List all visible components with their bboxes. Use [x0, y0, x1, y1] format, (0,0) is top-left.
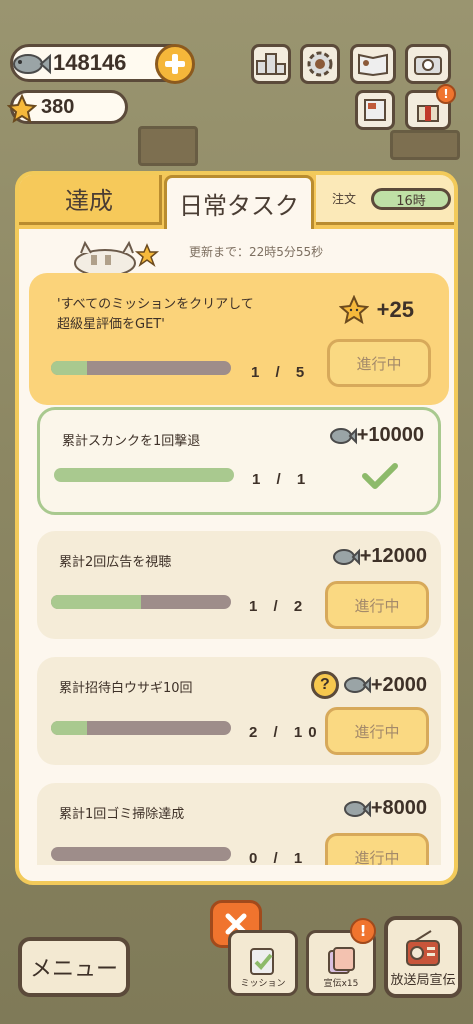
mission-button[interactable]: ミッション [228, 930, 298, 996]
mission-label: ミッション [240, 979, 286, 989]
task-title: 累計2回広告を視聴 [59, 555, 172, 570]
progress-fill [51, 595, 141, 609]
task-card-watch-ads: 累計2回広告を視聴 +12000 1 / 2 進行中 [37, 531, 441, 639]
task-progress-bar [51, 361, 231, 375]
mission-panel: 達成 日常タスク 注文 16時 更新まで：22時5分55秒 'すべてのミッション… [15, 171, 458, 885]
star-count: 380 [41, 95, 75, 118]
task-progress-bar [51, 595, 231, 609]
fish-count: 148146 [53, 50, 127, 75]
task-list[interactable]: 更新まで：22時5分55秒 'すべてのミッションをクリアして 超級星評価をGET… [19, 229, 454, 865]
task-card-invite-rabbit: 累計招待白ウサギ10回 ? +2000 2 / 10 進行中 [37, 657, 441, 765]
task-reward: +10000 [329, 424, 424, 447]
newspaper-icon[interactable] [355, 90, 395, 130]
task-progress-bar [54, 468, 234, 482]
task-reward: +25 [338, 295, 414, 325]
in-progress-button[interactable]: 進行中 [325, 707, 429, 755]
fish-icon [11, 49, 51, 83]
notification-alert-icon: ! [436, 84, 456, 104]
in-progress-button[interactable]: 進行中 [327, 339, 431, 387]
radio-icon [406, 930, 440, 966]
task-card-all-missions: 'すべてのミッションをクリアして 超級星評価をGET' +25 1 / 5 進行… [29, 273, 449, 405]
task-card-clean-trash: 累計1回ゴミ掃除達成 +8000 0 / 1 進行中 [37, 783, 441, 865]
broadcast-button[interactable]: 放送局宣伝 [384, 916, 462, 998]
task-reward: +8000 [343, 797, 427, 820]
progress-fill [51, 721, 87, 735]
in-progress-button[interactable]: 進行中 [325, 581, 429, 629]
task-title: 累計スカンクを1回撃退 [62, 434, 201, 449]
broadcast-label: 放送局宣伝 [390, 973, 456, 988]
task-progress-count: 2 / 10 [249, 724, 323, 741]
task-title: 累計招待白ウサギ10回 [59, 681, 193, 696]
camera-icon[interactable] [405, 44, 451, 84]
reward-amount: +8000 [370, 797, 427, 819]
tab-bar: 達成 日常タスク 注文 16時 [19, 175, 454, 229]
reward-amount: +25 [376, 297, 414, 322]
tab-daily-tasks[interactable]: 日常タスク [164, 175, 314, 229]
reward-amount: +12000 [359, 545, 427, 567]
order-time: 16時 [396, 193, 426, 209]
in-progress-button[interactable]: 進行中 [325, 833, 429, 865]
ranking-icon[interactable] [251, 44, 291, 84]
task-title-line2: 超級星評価をGET' [57, 317, 165, 332]
progress-fill [51, 361, 87, 375]
task-progress-bar [51, 847, 231, 861]
star-icon [6, 93, 38, 128]
fish-reward-icon [343, 676, 371, 694]
clipboard-check-icon [250, 948, 274, 975]
checkmark-icon [362, 462, 398, 494]
reward-amount: +10000 [356, 424, 424, 446]
ad-alert-icon: ! [350, 918, 376, 944]
order-indicator: 注文 16時 [316, 175, 454, 225]
star-currency-bar: 380 [6, 90, 128, 124]
refresh-countdown: 更新まで：22時5分55秒 [189, 245, 324, 259]
tab-achievements[interactable]: 達成 [19, 175, 162, 225]
settings-gear-icon[interactable] [300, 44, 340, 84]
reward-amount: +2000 [370, 673, 427, 696]
task-progress-count: 1 / 5 [251, 364, 311, 381]
task-title-line1: 'すべてのミッションをクリアして [57, 297, 254, 312]
ad-cards-icon [328, 947, 355, 974]
task-progress-count: 0 / 1 [249, 850, 309, 865]
task-title: 'すべてのミッションをクリアして 超級星評価をGET' [57, 295, 254, 335]
add-fish-button[interactable] [155, 44, 195, 84]
fish-reward-icon [329, 427, 357, 444]
progress-fill [54, 468, 234, 482]
fish-reward-icon [343, 800, 371, 817]
order-label: 注文 [332, 192, 357, 206]
background-crate [138, 126, 198, 166]
task-title: 累計1回ゴミ掃除達成 [59, 807, 185, 822]
ad-label: 宣伝x15 [323, 979, 359, 989]
menu-button[interactable]: メニュー [18, 937, 130, 997]
task-progress-bar [51, 721, 231, 735]
task-progress-count: 1 / 2 [249, 598, 309, 615]
background-shelf [390, 130, 460, 160]
star-reward-icon [338, 295, 369, 325]
book-icon[interactable] [350, 44, 396, 84]
task-progress-count: 1 / 1 [252, 471, 312, 488]
task-card-skunk: 累計スカンクを1回撃退 +10000 1 / 1 [37, 407, 441, 515]
task-reward: +12000 [332, 545, 427, 568]
fish-reward-icon [332, 548, 360, 565]
help-question-icon[interactable]: ? [310, 671, 339, 699]
task-reward: ? +2000 [310, 671, 427, 699]
order-time-bar: 16時 [371, 188, 451, 210]
